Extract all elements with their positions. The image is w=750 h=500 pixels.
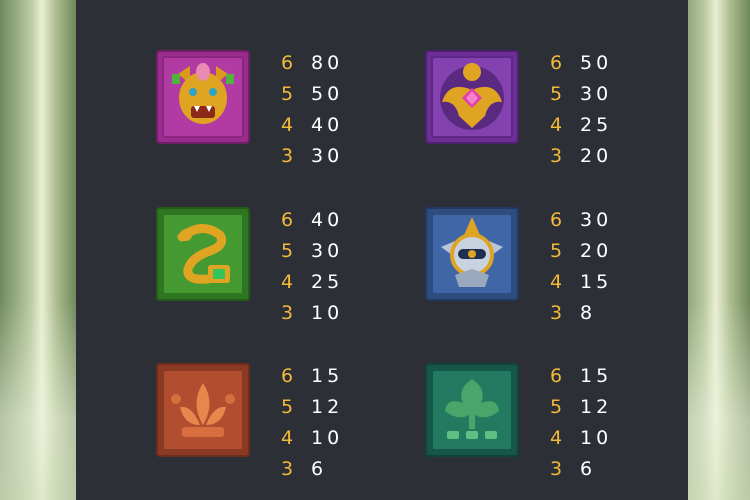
leaf-symbol-icon: [425, 363, 519, 457]
pay-row: 4 40: [281, 110, 371, 141]
pay-row: 4 10: [281, 423, 371, 454]
background-pillar-left: [0, 0, 76, 500]
payout-value: 8: [580, 302, 597, 324]
sun-mask-symbol-icon: [425, 207, 519, 301]
pay-row: 4 10: [550, 423, 640, 454]
match-count: 4: [550, 114, 564, 136]
pay-row: 36: [550, 454, 640, 485]
eagle-pay-list: 6 50 5 30 4 25 3 20: [550, 48, 640, 172]
match-count: 6: [281, 209, 295, 231]
payout-value: 50: [311, 83, 344, 105]
match-count: 3: [281, 458, 295, 480]
pay-row: 5 12: [550, 392, 640, 423]
match-count: 5: [550, 240, 564, 262]
match-count: 4: [281, 427, 295, 449]
pay-row: 5 30: [281, 236, 371, 267]
pay-row: 6 50: [550, 48, 640, 79]
match-count: 6: [550, 365, 564, 387]
pay-row: 5 20: [550, 236, 640, 267]
payout-value: 10: [311, 302, 344, 324]
payout-value: 15: [311, 365, 344, 387]
match-count: 6: [550, 209, 564, 231]
pay-row: 4 25: [281, 267, 371, 298]
pay-row: 36: [281, 454, 371, 485]
payout-value: 40: [311, 114, 344, 136]
pay-row: 6 30: [550, 205, 640, 236]
payout-value: 40: [311, 209, 344, 231]
match-count: 5: [281, 83, 295, 105]
jaguar-pay-list: 6 80 5 50 4 40 3 30: [281, 48, 371, 172]
paytable-panel: 6 80 5 50 4 40 3 30 6 50 5 30 4 25 3 20: [76, 0, 688, 500]
leaf-pay-list: 6 15 5 12 4 10 36: [550, 361, 640, 485]
pay-row: 3 10: [281, 298, 371, 329]
payout-value: 25: [580, 114, 613, 136]
payout-value: 20: [580, 145, 613, 167]
sun-mask-pay-list: 6 30 5 20 4 15 38: [550, 205, 640, 329]
pay-row: 4 25: [550, 110, 640, 141]
payout-value: 15: [580, 365, 613, 387]
match-count: 5: [550, 396, 564, 418]
match-count: 6: [281, 365, 295, 387]
pay-row: 5 30: [550, 79, 640, 110]
payout-value: 30: [580, 83, 613, 105]
payout-value: 30: [311, 240, 344, 262]
pay-row: 6 40: [281, 205, 371, 236]
eagle-symbol-icon: [425, 50, 519, 144]
match-count: 5: [281, 396, 295, 418]
payout-value: 20: [580, 240, 613, 262]
match-count: 6: [550, 52, 564, 74]
serpent-symbol-icon: [156, 207, 250, 301]
serpent-pay-list: 6 40 5 30 4 25 3 10: [281, 205, 371, 329]
payout-value: 80: [311, 52, 344, 74]
match-count: 3: [550, 458, 564, 480]
payout-value: 30: [311, 145, 344, 167]
payout-value: 25: [311, 271, 344, 293]
lotus-pay-list: 6 15 5 12 4 10 36: [281, 361, 371, 485]
payout-value: 12: [580, 396, 613, 418]
match-count: 3: [281, 302, 295, 324]
match-count: 3: [550, 302, 564, 324]
match-count: 3: [281, 145, 295, 167]
payout-value: 30: [580, 209, 613, 231]
payout-value: 10: [580, 427, 613, 449]
pay-row: 5 50: [281, 79, 371, 110]
match-count: 5: [281, 240, 295, 262]
payout-value: 10: [311, 427, 344, 449]
match-count: 4: [550, 427, 564, 449]
payout-value: 15: [580, 271, 613, 293]
match-count: 3: [550, 145, 564, 167]
pay-row: 6 15: [550, 361, 640, 392]
match-count: 6: [281, 52, 295, 74]
pay-row: 6 15: [281, 361, 371, 392]
lotus-symbol-icon: [156, 363, 250, 457]
pay-row: 5 12: [281, 392, 371, 423]
match-count: 4: [281, 271, 295, 293]
pay-row: 38: [550, 298, 640, 329]
payout-value: 50: [580, 52, 613, 74]
pay-row: 4 15: [550, 267, 640, 298]
jaguar-symbol-icon: [156, 50, 250, 144]
match-count: 5: [550, 83, 564, 105]
match-count: 4: [550, 271, 564, 293]
match-count: 4: [281, 114, 295, 136]
payout-value: 12: [311, 396, 344, 418]
payout-value: 6: [580, 458, 597, 480]
pay-row: 6 80: [281, 48, 371, 79]
pay-row: 3 20: [550, 141, 640, 172]
payout-value: 6: [311, 458, 328, 480]
pay-row: 3 30: [281, 141, 371, 172]
